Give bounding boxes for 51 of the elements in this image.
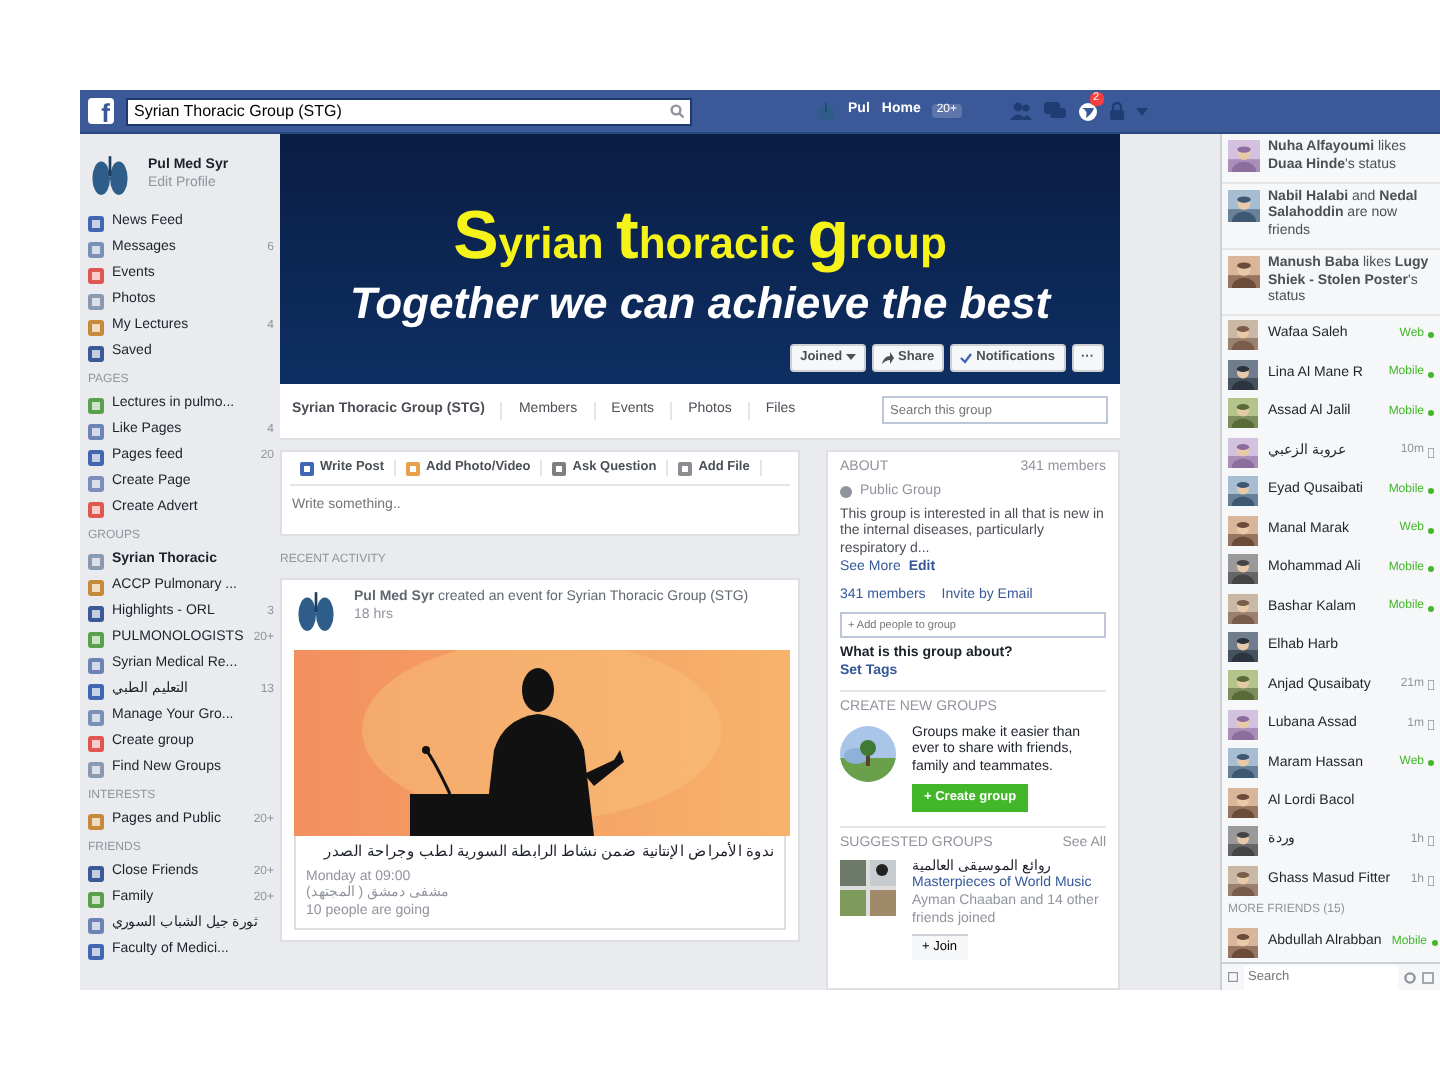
- global-search-field[interactable]: Syrian Thoracic Group (STG): [126, 97, 692, 125]
- tile-icon: [88, 709, 104, 725]
- tile-icon: [88, 319, 104, 335]
- phone-icon: [1428, 680, 1434, 691]
- tile-icon: [88, 917, 104, 933]
- check-icon: [960, 351, 973, 364]
- lock-icon[interactable]: [1109, 102, 1124, 120]
- share-icon: [882, 351, 895, 364]
- tile-icon: [88, 657, 104, 673]
- tile-icon: [88, 267, 104, 283]
- phone-icon: [1428, 836, 1434, 847]
- tile-icon: [88, 865, 104, 881]
- cover-tagline: Together we can achieve the best: [349, 282, 1051, 326]
- checkbox-icon: [1228, 972, 1238, 982]
- compose-icon[interactable]: [1422, 971, 1434, 983]
- profile-avatar: [816, 101, 836, 121]
- caret-icon[interactable]: [1135, 107, 1148, 115]
- tile-icon: [88, 423, 104, 439]
- tile-icon: [88, 631, 104, 647]
- tile-icon: [88, 605, 104, 621]
- tile-icon: [552, 461, 567, 475]
- tile-icon: [88, 735, 104, 751]
- tile-icon: [88, 813, 104, 829]
- cover-title: Syrian thoracic group: [453, 202, 947, 270]
- search-icon[interactable]: [670, 104, 684, 118]
- tile-icon: [88, 683, 104, 699]
- friends-icon[interactable]: [1009, 102, 1032, 120]
- tile-icon: [88, 293, 104, 309]
- tile-icon: [88, 553, 104, 569]
- tile-icon: [300, 461, 314, 475]
- tile-icon: [88, 449, 104, 465]
- logo[interactable]: f: [88, 98, 114, 124]
- tile-icon: [88, 943, 104, 959]
- messages-icon[interactable]: [1043, 102, 1066, 120]
- tile-icon: [88, 215, 104, 231]
- tile-icon: [88, 891, 104, 907]
- tile-icon: [88, 241, 104, 257]
- tile-icon: [88, 579, 104, 595]
- tile-icon: [88, 475, 104, 491]
- tile-icon: [88, 345, 104, 361]
- phone-icon: [1428, 719, 1434, 730]
- tile-icon: [88, 397, 104, 413]
- settings-icon[interactable]: [1404, 971, 1416, 983]
- caret-icon: [846, 354, 857, 361]
- tile-icon: [88, 501, 104, 517]
- tile-icon: [88, 761, 104, 777]
- tile-icon: [678, 461, 693, 475]
- author-avatar: [294, 590, 338, 635]
- phone-icon: [1428, 875, 1434, 886]
- phone-icon: [1428, 447, 1434, 458]
- tile-icon: [406, 461, 421, 475]
